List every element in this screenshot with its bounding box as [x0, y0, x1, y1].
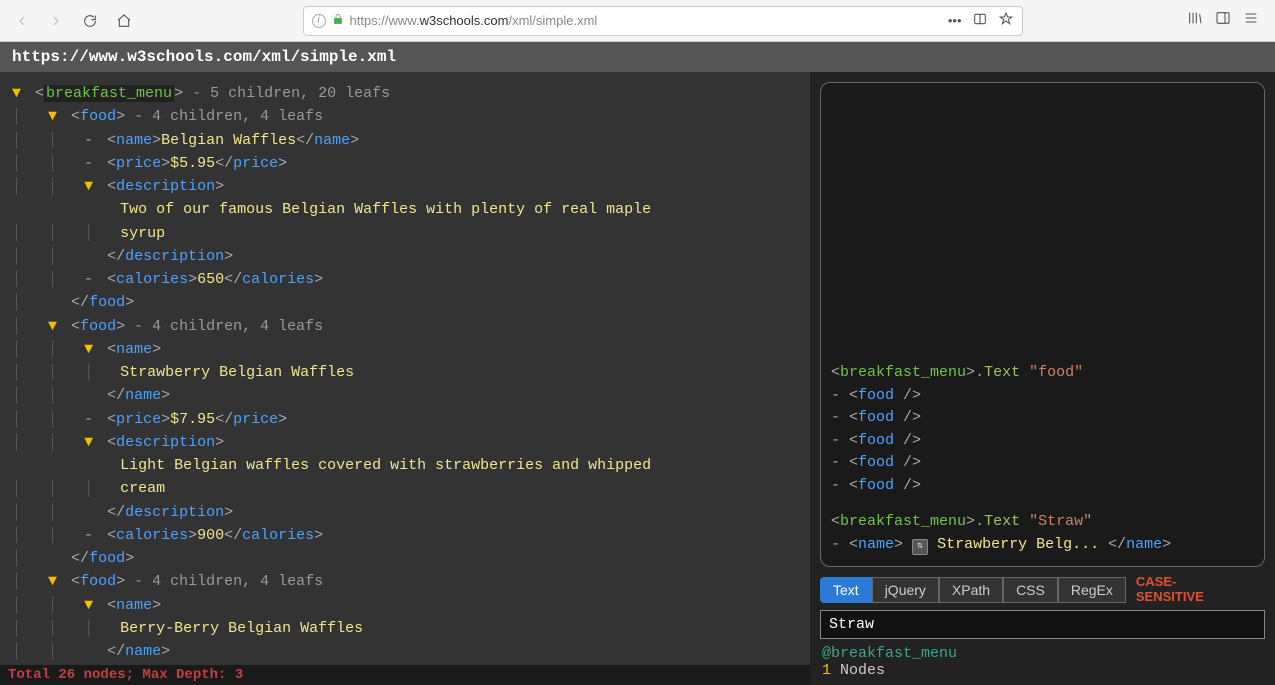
bookmark-icon[interactable] [998, 11, 1014, 30]
browser-toolbar: i https://www.w3schools.com/xml/simple.x… [0, 0, 1275, 42]
reload-button[interactable] [76, 7, 104, 35]
search-input[interactable] [820, 610, 1265, 639]
library-icon[interactable] [1187, 10, 1203, 31]
tree-row[interactable]: │ │ - <calories>900</calories> [12, 524, 798, 547]
tree-row[interactable]: │ │ ▼ <name> [12, 594, 798, 617]
search-tab-text[interactable]: Text [820, 577, 872, 603]
tree-row[interactable]: │ │ │ Light Belgian waffles covered with… [12, 454, 798, 501]
status-footer: Total 26 nodes; Max Depth: 3 [0, 665, 810, 685]
search-tab-css[interactable]: CSS [1003, 577, 1058, 603]
tree-row[interactable]: │ │ - <name>Belgian Waffles</name> [12, 129, 798, 152]
forward-button[interactable] [42, 7, 70, 35]
url-bar[interactable]: i https://www.w3schools.com/xml/simple.x… [303, 6, 1023, 36]
back-button[interactable] [8, 7, 36, 35]
result-item[interactable]: - <name> ⇅ Strawberry Belg... </name> [831, 534, 1254, 557]
url-text: https://www.w3schools.com/xml/simple.xml [350, 13, 942, 28]
tree-row[interactable]: │ │ ▼ <name> [12, 338, 798, 361]
tree-row[interactable]: │ │ </description> [12, 245, 798, 268]
tree-row[interactable]: │ │ │ Berry-Berry Belgian Waffles [12, 617, 798, 640]
result-item[interactable]: - <food /> [831, 430, 1254, 453]
search-tab-jquery[interactable]: jQuery [872, 577, 939, 603]
tree-row[interactable]: │ │ </name> [12, 384, 798, 407]
search-tab-regex[interactable]: RegEx [1058, 577, 1126, 603]
page-title-bar: https://www.w3schools.com/xml/simple.xml [0, 42, 1275, 72]
tree-row[interactable]: │ </food> [12, 547, 798, 570]
tree-row[interactable]: │ │ │ Two of our famous Belgian Waffles … [12, 198, 798, 245]
tree-row[interactable]: │ │ ▼ <description> [12, 431, 798, 454]
tree-row[interactable]: ▼ <breakfast_menu> - 5 children, 20 leaf… [12, 82, 798, 105]
tree-row[interactable]: │ │ - <calories>650</calories> [12, 268, 798, 291]
tree-row[interactable]: │ ▼ <food> - 4 children, 4 leafs [12, 315, 798, 338]
search-count: 1 [822, 662, 831, 679]
result-item[interactable]: - <food /> [831, 452, 1254, 475]
tree-row[interactable]: │ │ ▼ <description> [12, 175, 798, 198]
inspector-pane: <breakfast_menu>.Text "food"- <food />- … [810, 72, 1275, 685]
tree-row[interactable]: │ │ </description> [12, 501, 798, 524]
search-context[interactable]: @breakfast_menu [822, 645, 1263, 662]
tree-row[interactable]: │ </food> [12, 291, 798, 314]
home-button[interactable] [110, 7, 138, 35]
search-summary: @breakfast_menu 1 Nodes [820, 639, 1265, 685]
site-info-icon[interactable]: i [312, 14, 326, 28]
sidebar-icon[interactable] [1215, 10, 1231, 31]
query-line: <breakfast_menu>.Text "food" [831, 362, 1254, 385]
tree-row[interactable]: │ │ │ Strawberry Belgian Waffles [12, 361, 798, 384]
tree-row[interactable]: │ │ - <price>$5.95</price> [12, 152, 798, 175]
results-box: <breakfast_menu>.Text "food"- <food />- … [820, 82, 1265, 567]
page-title: https://www.w3schools.com/xml/simple.xml [12, 48, 396, 66]
tree-row[interactable]: │ │ </name> [12, 640, 798, 663]
tree-row[interactable]: │ ▼ <food> - 4 children, 4 leafs [12, 105, 798, 128]
lock-icon [332, 13, 344, 28]
menu-icon[interactable] [1243, 10, 1259, 31]
case-sensitive-toggle[interactable]: CASE-SENSITIVE [1136, 575, 1204, 604]
tree-pane: ▼ <breakfast_menu> - 5 children, 20 leaf… [0, 72, 810, 685]
tree-row[interactable]: │ ▼ <food> - 4 children, 4 leafs [12, 570, 798, 593]
more-icon[interactable]: ••• [948, 13, 962, 28]
result-item[interactable]: - <food /> [831, 385, 1254, 408]
badge-icon: ⇅ [912, 539, 928, 555]
tree-row[interactable]: │ │ - <price>$7.95</price> [12, 408, 798, 431]
result-item[interactable]: - <food /> [831, 475, 1254, 498]
search-mode-tabs: TextjQueryXPathCSSRegEx CASE-SENSITIVE [820, 575, 1265, 604]
query-line: <breakfast_menu>.Text "Straw" [831, 511, 1254, 534]
reader-icon[interactable] [972, 11, 988, 30]
search-tab-xpath[interactable]: XPath [939, 577, 1003, 603]
result-item[interactable]: - <food /> [831, 407, 1254, 430]
